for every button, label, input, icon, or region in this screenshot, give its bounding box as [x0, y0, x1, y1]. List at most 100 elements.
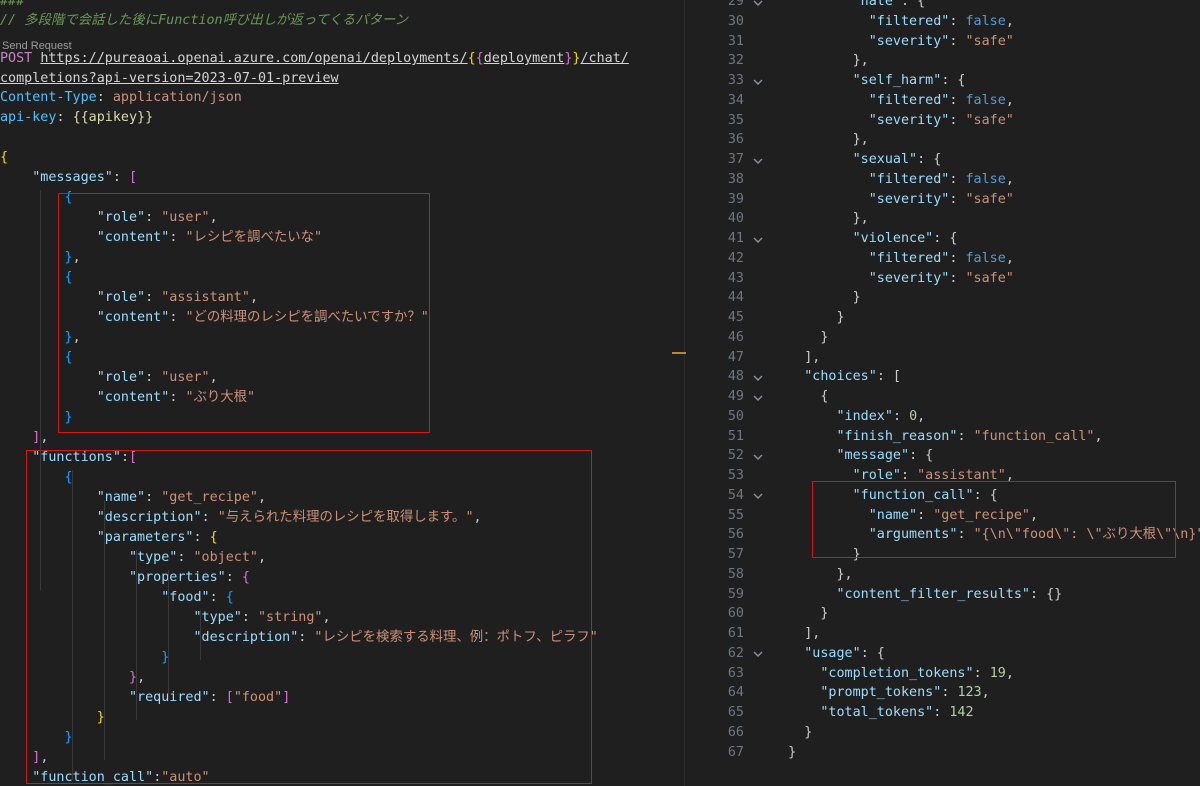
code-token: "user"	[161, 210, 210, 225]
response-code-line: "total_tokens": 142	[772, 703, 973, 723]
code-token: false	[965, 250, 1006, 266]
response-code-line: "filtered": false,	[772, 12, 1014, 32]
code-token: :	[177, 550, 194, 565]
code-token: :	[949, 112, 966, 128]
code-token: "severity"	[868, 191, 950, 207]
request-code-line: "parameters": {	[0, 528, 218, 548]
send-request-codelens[interactable]: Send Request	[2, 40, 72, 52]
response-code-line: {	[772, 387, 828, 407]
response-code-line: "violence": {	[772, 229, 958, 249]
request-code-line: "properties": {	[0, 568, 250, 588]
code-token: :	[973, 665, 990, 681]
code-token: :	[298, 630, 315, 645]
code-token: "name"	[868, 507, 918, 523]
code-token: ,	[209, 210, 218, 225]
split-divider[interactable]	[684, 0, 685, 786]
chevron-down-icon[interactable]	[752, 0, 766, 12]
code-token: :	[169, 230, 186, 245]
code-token: "レシピを検索する料理、例：ポトフ、ピラフ"	[314, 630, 598, 645]
chevron-down-icon[interactable]	[752, 486, 766, 506]
code-token: false	[965, 13, 1006, 29]
code-token: "arguments"	[868, 527, 958, 543]
code-token: :	[949, 250, 966, 266]
code-token: "filtered"	[868, 13, 950, 29]
line-number: 40	[727, 211, 744, 227]
code-token: "object"	[193, 550, 259, 565]
code-token: "assistant"	[917, 468, 1006, 483]
line-number: 51	[727, 428, 744, 444]
response-code-line: "usage": {	[772, 644, 885, 664]
code-token: {	[475, 51, 484, 66]
code-token: ,	[981, 685, 990, 701]
request-code-line: ],	[0, 748, 48, 768]
code-token: : [	[876, 369, 901, 385]
chevron-down-icon[interactable]	[752, 229, 766, 249]
code-token: "parameters"	[96, 530, 194, 545]
code-token: :	[112, 170, 129, 185]
line-number: 46	[727, 329, 744, 345]
line-number: 58	[727, 566, 744, 582]
response-code-line: "name": "get_recipe",	[772, 506, 1038, 526]
code-token: ],	[772, 349, 821, 365]
code-token: "self_harm"	[852, 73, 942, 88]
code-token: "ぶり大根"	[185, 390, 256, 405]
code-token: "{\n\"food\": \"ぶり大根\"\n}"	[973, 527, 1200, 543]
chevron-down-icon[interactable]	[752, 644, 766, 664]
code-token: "safe"	[965, 191, 1014, 207]
code-token: {	[64, 270, 73, 285]
code-token: "どの料理のレシピを調べたいですか？"	[185, 310, 429, 325]
code-token: "completion_tokens"	[820, 665, 974, 681]
response-code-line: "role": "assistant",	[772, 466, 1014, 486]
chevron-down-icon[interactable]	[752, 446, 766, 466]
response-code-line: "finish_reason": "function_call",	[772, 427, 1103, 447]
code-token: deployment	[483, 51, 565, 66]
code-token: :	[949, 13, 966, 29]
response-code-line: "hate": {	[772, 0, 926, 12]
code-token: // 多段階で会話した後にFunction呼び出しが返ってくるパターン	[0, 13, 409, 28]
chevron-down-icon[interactable]	[752, 71, 766, 91]
line-number: 33	[727, 73, 744, 88]
chevron-down-icon[interactable]	[752, 367, 766, 387]
code-token: {	[772, 389, 829, 404]
code-token: "required"	[129, 690, 210, 705]
response-code-line: "filtered": false,	[772, 91, 1014, 111]
code-token: "choices"	[804, 369, 877, 385]
response-viewer-pane[interactable]: 29 "hate": {30 "filtered": false, 31 "sev…	[686, 0, 1200, 786]
request-code-line: "required": ["food"]	[0, 688, 290, 708]
request-editor-pane[interactable]: ### // 多段階で会話した後にFunction呼び出しが返ってくるパターン PO…	[0, 0, 674, 786]
indent-guide	[200, 610, 201, 660]
request-code-line: ],	[0, 428, 48, 448]
code-token: "messages"	[32, 170, 113, 185]
code-token: }	[772, 329, 829, 345]
code-token: ,	[1005, 250, 1014, 266]
chevron-down-icon[interactable]	[752, 387, 766, 407]
code-token: ,	[1005, 171, 1014, 187]
code-token: "properties"	[129, 570, 226, 585]
code-token: api-key	[0, 110, 57, 125]
line-number: 60	[727, 606, 744, 622]
response-code-line: "severity": "safe"	[772, 111, 1014, 131]
code-token: ,	[72, 250, 81, 265]
code-token: : {	[941, 73, 966, 88]
response-code-line: "message": {	[772, 446, 934, 466]
code-token: }	[772, 606, 829, 622]
code-token: /chat/	[580, 51, 629, 66]
chevron-down-icon[interactable]	[752, 150, 766, 170]
code-token: completions?api-version=2023-07-01-previ…	[0, 71, 339, 86]
code-token: :	[56, 110, 73, 125]
code-token: : {	[901, 0, 926, 9]
line-number: 34	[727, 92, 744, 108]
code-token: "sexual"	[852, 152, 918, 167]
line-number: 49	[727, 389, 744, 404]
